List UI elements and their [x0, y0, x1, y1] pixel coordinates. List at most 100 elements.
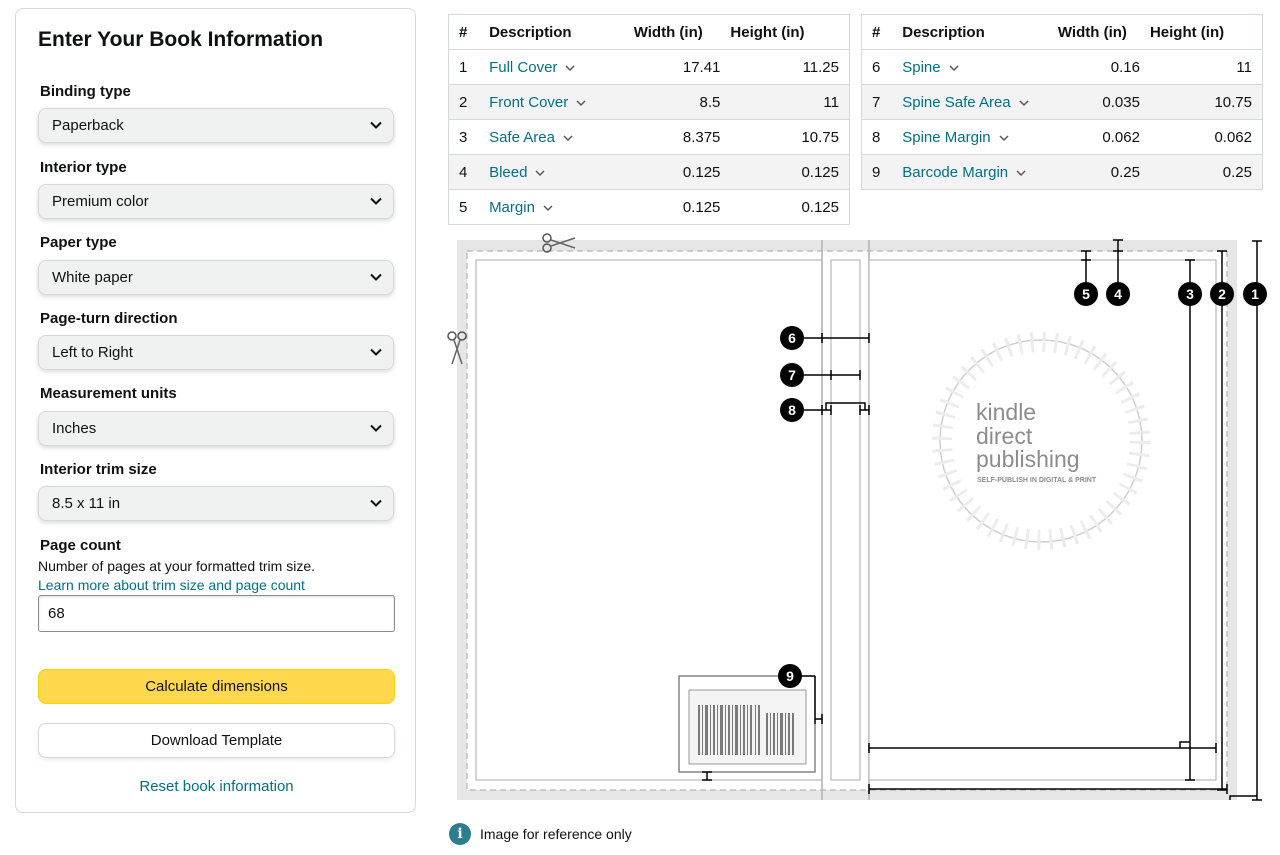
trim-size-help-link[interactable]: Learn more about trim size and page coun…: [38, 577, 305, 593]
paper-type-select[interactable]: White paper: [38, 260, 394, 295]
svg-text:1: 1: [1251, 286, 1259, 302]
calculate-dimensions-button[interactable]: Calculate dimensions: [38, 669, 395, 704]
col-header-num: #: [861, 14, 895, 50]
binding-type-select[interactable]: Paperback: [38, 108, 394, 143]
col-header-height: Height (in): [1149, 14, 1263, 50]
table-header-row: # Description Width (in) Height (in): [861, 14, 1263, 50]
row-height: 0.062: [1149, 119, 1263, 155]
row-width: 0.125: [633, 154, 731, 190]
barcode-margin-toggle[interactable]: Barcode Margin: [902, 164, 1026, 181]
caret-down-icon: [543, 205, 553, 211]
measurement-units-value: Inches: [52, 420, 97, 437]
caret-down-icon: [999, 135, 1009, 141]
marker-1: 1: [1243, 282, 1267, 306]
page-count-help: Number of pages at your formatted trim s…: [38, 558, 315, 574]
svg-text:7: 7: [788, 367, 796, 383]
row-description: Spine Margin: [902, 128, 991, 146]
row-description: Safe Area: [489, 128, 555, 146]
svg-text:5: 5: [1082, 286, 1090, 302]
bleed-toggle[interactable]: Bleed: [489, 164, 545, 181]
table-row: 4 Bleed 0.125 0.125: [448, 154, 850, 190]
svg-text:3: 3: [1186, 286, 1194, 302]
chevron-down-icon: [370, 424, 382, 432]
kdp-logo: kindle direct publishing SELF-PUBLISH IN…: [932, 332, 1150, 550]
svg-text:4: 4: [1114, 286, 1122, 302]
marker-3: 3: [1178, 282, 1202, 306]
col-header-description: Description: [894, 14, 1058, 50]
page-count-input[interactable]: [38, 595, 395, 632]
download-template-button[interactable]: Download Template: [38, 723, 395, 758]
interior-type-label: Interior type: [40, 159, 127, 176]
table-row: 6 Spine 0.16 11: [861, 49, 1263, 85]
interior-type-select[interactable]: Premium color: [38, 184, 394, 219]
row-num: 6: [861, 49, 895, 85]
row-height: 11: [730, 84, 850, 120]
form-title: Enter Your Book Information: [38, 28, 324, 51]
caret-down-icon: [576, 100, 586, 106]
binding-type-label: Binding type: [40, 83, 131, 100]
paper-type-value: White paper: [52, 269, 133, 286]
info-icon: i: [449, 823, 471, 845]
row-width: 0.035: [1057, 84, 1150, 120]
caret-down-icon: [949, 65, 959, 71]
caret-down-icon: [563, 135, 573, 141]
svg-text:9: 9: [786, 668, 794, 684]
row-width: 17.41: [633, 49, 731, 85]
caret-down-icon: [1019, 100, 1029, 106]
interior-trim-size-select[interactable]: 8.5 x 11 in: [38, 486, 394, 521]
table-row: 5 Margin 0.125 0.125: [448, 189, 850, 225]
table-header-row: # Description Width (in) Height (in): [448, 14, 850, 50]
spine-margin-toggle[interactable]: Spine Margin: [902, 128, 1009, 146]
row-width: 0.125: [633, 189, 731, 225]
row-height: 0.125: [730, 189, 850, 225]
col-header-num: #: [448, 14, 482, 50]
chevron-down-icon: [370, 499, 382, 507]
page-turn-direction-label: Page-turn direction: [40, 310, 178, 327]
table-row: 8 Spine Margin 0.062 0.062: [861, 119, 1263, 155]
page-turn-direction-select[interactable]: Left to Right: [38, 335, 394, 370]
interior-type-value: Premium color: [52, 193, 149, 210]
row-description: Spine Safe Area: [902, 93, 1011, 111]
row-num: 3: [448, 119, 482, 155]
row-description: Full Cover: [489, 58, 558, 76]
paper-type-label: Paper type: [40, 234, 117, 251]
measurement-units-label: Measurement units: [40, 385, 177, 402]
measurement-units-select[interactable]: Inches: [38, 411, 394, 446]
col-header-width: Width (in): [633, 14, 731, 50]
table-row: 2 Front Cover 8.5 11: [448, 84, 850, 120]
chevron-down-icon: [370, 121, 382, 129]
reset-book-info-link[interactable]: Reset book information: [38, 778, 395, 795]
front-cover-toggle[interactable]: Front Cover: [489, 94, 586, 111]
chevron-down-icon: [370, 273, 382, 281]
reference-note-text: Image for reference only: [480, 826, 632, 842]
row-height: 10.75: [1149, 84, 1263, 120]
dimensions-table-left: # Description Width (in) Height (in) 1 F…: [448, 14, 850, 225]
caret-down-icon: [1016, 170, 1026, 176]
row-width: 8.375: [633, 119, 731, 155]
chevron-down-icon: [370, 197, 382, 205]
row-num: 1: [448, 49, 482, 85]
logo-line-kindle: kindle: [976, 399, 1036, 425]
row-height: 11.25: [730, 49, 850, 85]
spine-toggle[interactable]: Spine: [902, 58, 959, 76]
spine-safe-area-toggle[interactable]: Spine Safe Area: [902, 93, 1029, 111]
row-width: 0.16: [1057, 49, 1150, 85]
logo-line-publishing: publishing: [976, 446, 1080, 472]
page-count-label: Page count: [40, 537, 121, 554]
safe-area-toggle[interactable]: Safe Area: [489, 129, 573, 146]
marker-5: 5: [1074, 282, 1098, 306]
row-num: 2: [448, 84, 482, 120]
cover-template-diagram: kindle direct publishing SELF-PUBLISH IN…: [447, 233, 1267, 801]
chevron-down-icon: [370, 348, 382, 356]
row-width: 8.5: [633, 84, 731, 120]
logo-tagline: SELF-PUBLISH IN DIGITAL & PRINT: [977, 477, 1097, 484]
svg-text:2: 2: [1218, 286, 1226, 302]
marker-9: 9: [778, 664, 802, 688]
full-cover-toggle[interactable]: Full Cover: [489, 59, 575, 76]
row-num: 7: [861, 84, 895, 120]
margin-toggle[interactable]: Margin: [489, 199, 553, 216]
row-description: Spine: [902, 58, 941, 76]
row-height: 0.125: [730, 154, 850, 190]
row-height: 11: [1149, 49, 1263, 85]
row-num: 8: [861, 119, 895, 155]
